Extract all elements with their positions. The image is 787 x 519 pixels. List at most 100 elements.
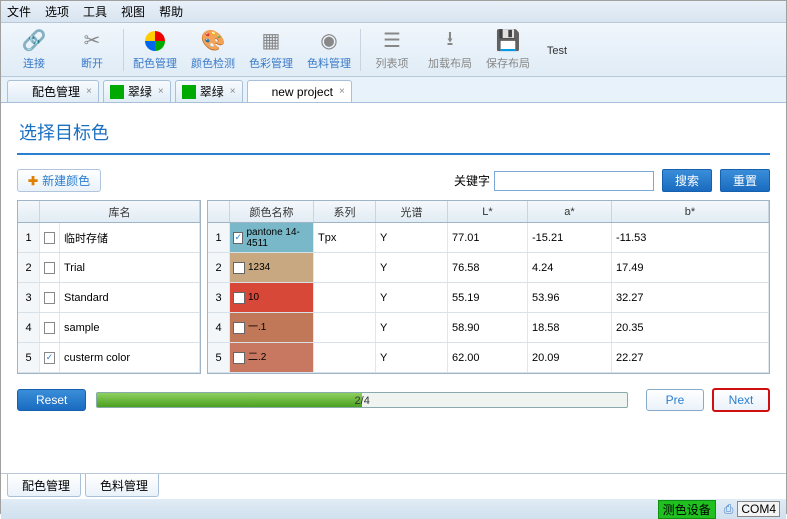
main-panel: 选择目标色 ✚新建颜色 关键字 搜索 重置 库名 1临时存储2Trial3Sta… bbox=[1, 103, 786, 473]
row-index: 3 bbox=[208, 283, 230, 312]
document-tabs: 配色管理×翠绿×翠绿×new project× bbox=[1, 77, 786, 103]
row-color[interactable]: 1234 bbox=[230, 253, 314, 282]
row-spec: Y bbox=[376, 283, 448, 312]
bottom-tab-色料管理[interactable]: 色料管理 bbox=[85, 474, 159, 497]
row-checkbox[interactable] bbox=[40, 223, 60, 252]
close-icon[interactable]: × bbox=[158, 86, 164, 97]
disconnect-icon: ✂ bbox=[78, 29, 106, 53]
col-header-spec: 光谱 bbox=[376, 201, 448, 222]
table-row[interactable]: 2Trial bbox=[18, 253, 200, 283]
col-header-series: 系列 bbox=[314, 201, 376, 222]
tab-new project[interactable]: new project× bbox=[247, 80, 352, 102]
connect-icon: 🔗 bbox=[20, 29, 48, 53]
tab-icon bbox=[14, 85, 28, 99]
library-table: 库名 1临时存储2Trial3Standard4sample5✓custerm … bbox=[17, 200, 201, 374]
reset-button[interactable]: Reset bbox=[17, 389, 86, 411]
table-row[interactable]: 5✓custerm color bbox=[18, 343, 200, 373]
progress-bar: 2/4 bbox=[96, 392, 628, 408]
row-b: 17.49 bbox=[612, 253, 769, 282]
row-a: 53.96 bbox=[528, 283, 612, 312]
row-series bbox=[314, 253, 376, 282]
next-button[interactable]: Next bbox=[712, 388, 770, 412]
table-row[interactable]: 5二.2 Y62.0020.0922.27 bbox=[208, 343, 769, 373]
toolbar-test[interactable]: Test bbox=[537, 26, 577, 74]
table-row[interactable]: 21234Y76.584.2417.49 bbox=[208, 253, 769, 283]
grid-icon: ▦ bbox=[257, 29, 285, 53]
search-button[interactable]: 搜索 bbox=[662, 169, 712, 192]
row-spec: Y bbox=[376, 343, 448, 372]
status-port: COM4 bbox=[737, 501, 780, 517]
toolbar-load-layout[interactable]: ⭳加载布局 bbox=[421, 26, 479, 74]
color-table: 颜色名称 系列 光谱 L* a* b* 1✓pantone 14-4511Tpx… bbox=[207, 200, 770, 374]
material-icon: ◉ bbox=[315, 29, 343, 53]
palette-icon bbox=[141, 29, 169, 53]
menu-file[interactable]: 文件 bbox=[7, 3, 31, 20]
row-color[interactable]: 二.2 bbox=[230, 343, 314, 372]
close-icon[interactable]: × bbox=[339, 86, 345, 97]
table-row[interactable]: 310Y55.1953.9632.27 bbox=[208, 283, 769, 313]
toolbar-color-detect[interactable]: 🎨颜色检测 bbox=[184, 26, 242, 74]
row-name: 临时存储 bbox=[60, 223, 200, 252]
pre-button[interactable]: Pre bbox=[646, 389, 704, 411]
menu-tools[interactable]: 工具 bbox=[83, 3, 107, 20]
row-color[interactable]: 一.1 bbox=[230, 313, 314, 342]
table-row[interactable]: 3 Standard bbox=[18, 283, 200, 313]
toolbar: 🔗连接 ✂断开 配色管理 🎨颜色检测 ▦色彩管理 ◉色料管理 ☰列表项 ⭳加载布… bbox=[1, 23, 786, 77]
row-series bbox=[314, 343, 376, 372]
toolbar-color-mgmt[interactable]: 配色管理 bbox=[126, 26, 184, 74]
row-a: 20.09 bbox=[528, 343, 612, 372]
toolbar-save-layout[interactable]: 💾保存布局 bbox=[479, 26, 537, 74]
row-l: 62.00 bbox=[448, 343, 528, 372]
tab-label: 配色管理 bbox=[32, 83, 80, 100]
new-color-button[interactable]: ✚新建颜色 bbox=[17, 169, 101, 192]
list-icon: ☰ bbox=[378, 29, 406, 53]
toolbar-list[interactable]: ☰列表项 bbox=[363, 26, 421, 74]
menu-options[interactable]: 选项 bbox=[45, 3, 69, 20]
tab-配色管理[interactable]: 配色管理 × bbox=[7, 80, 99, 102]
panel-footer: Reset 2/4 Pre Next bbox=[17, 388, 770, 412]
row-b: 22.27 bbox=[612, 343, 769, 372]
close-icon[interactable]: × bbox=[86, 86, 92, 97]
menu-bar: 文件 选项 工具 视图 帮助 bbox=[1, 1, 786, 23]
toolbar-separator bbox=[360, 29, 361, 71]
row-color[interactable]: 10 bbox=[230, 283, 314, 312]
row-checkbox[interactable] bbox=[40, 313, 60, 342]
toolbar-separator bbox=[123, 29, 124, 71]
reset-search-button[interactable]: 重置 bbox=[720, 169, 770, 192]
menu-help[interactable]: 帮助 bbox=[159, 3, 183, 20]
row-l: 77.01 bbox=[448, 223, 528, 252]
row-index: 3 bbox=[18, 283, 40, 312]
row-checkbox[interactable] bbox=[40, 253, 60, 282]
toolbar-disconnect[interactable]: ✂断开 bbox=[63, 26, 121, 74]
row-name: Standard bbox=[60, 283, 200, 312]
table-row[interactable]: 1临时存储 bbox=[18, 223, 200, 253]
row-checkbox[interactable]: ✓ bbox=[40, 343, 60, 372]
row-a: 18.58 bbox=[528, 313, 612, 342]
row-name: Trial bbox=[60, 253, 200, 282]
row-checkbox[interactable] bbox=[40, 283, 60, 312]
menu-view[interactable]: 视图 bbox=[121, 3, 145, 20]
tab-翠绿[interactable]: 翠绿× bbox=[175, 80, 243, 102]
toolbar-color-ctl[interactable]: ▦色彩管理 bbox=[242, 26, 300, 74]
row-name: sample bbox=[60, 313, 200, 342]
table-row[interactable]: 4sample bbox=[18, 313, 200, 343]
close-icon[interactable]: × bbox=[230, 86, 236, 97]
col-header-color: 颜色名称 bbox=[230, 201, 314, 222]
row-index: 5 bbox=[208, 343, 230, 372]
tab-icon bbox=[182, 85, 196, 99]
col-header-l: L* bbox=[448, 201, 528, 222]
usb-icon: ⎙ bbox=[724, 502, 734, 517]
table-row[interactable]: 4一.1Y58.9018.5820.35 bbox=[208, 313, 769, 343]
bottom-tab-配色管理[interactable]: 配色管理 bbox=[7, 474, 81, 497]
load-icon: ⭳ bbox=[436, 29, 464, 53]
row-color[interactable]: ✓pantone 14-4511 bbox=[230, 223, 314, 252]
row-series bbox=[314, 283, 376, 312]
keyword-input[interactable] bbox=[494, 171, 654, 191]
tab-icon bbox=[110, 85, 124, 99]
toolbar-material-mgmt[interactable]: ◉色料管理 bbox=[300, 26, 358, 74]
row-a: -15.21 bbox=[528, 223, 612, 252]
toolbar-connect[interactable]: 🔗连接 bbox=[5, 26, 63, 74]
tab-翠绿[interactable]: 翠绿× bbox=[103, 80, 171, 102]
row-index: 5 bbox=[18, 343, 40, 372]
table-row[interactable]: 1✓pantone 14-4511TpxY77.01-15.21-11.53 bbox=[208, 223, 769, 253]
